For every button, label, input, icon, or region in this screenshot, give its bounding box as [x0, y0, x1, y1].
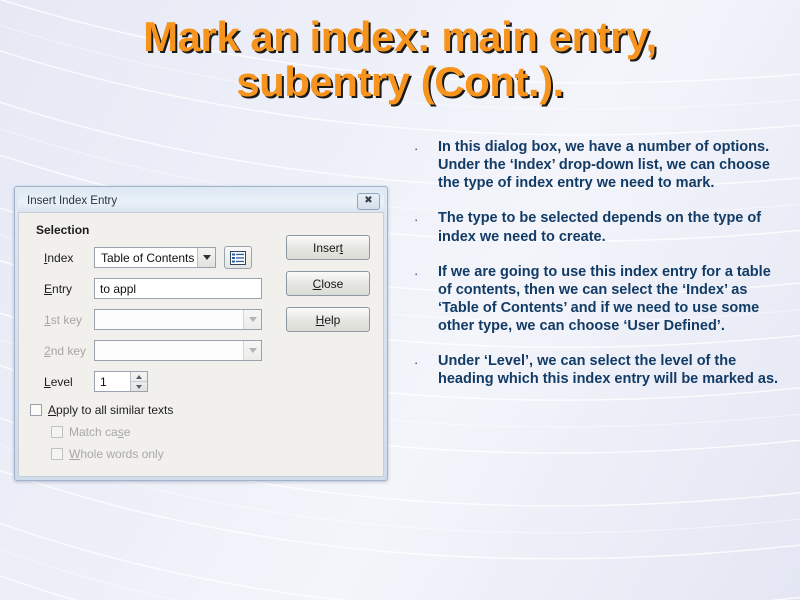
- checkbox-icon[interactable]: [51, 425, 63, 438]
- label-entry-rest: ntry: [52, 281, 73, 296]
- bullet-dot-icon: ·: [414, 355, 419, 371]
- close-button-mnemonic: C: [312, 276, 322, 291]
- dialog-body: Selection Index Table of Contents Entry …: [18, 212, 384, 477]
- label-second-key-rest: nd key: [50, 343, 87, 358]
- help-button-mnemonic: H: [315, 312, 325, 327]
- index-list-icon: [230, 250, 246, 265]
- bullet-dot-icon: ·: [414, 265, 419, 281]
- level-stepper[interactable]: 1: [94, 371, 148, 392]
- slide-canvas: Mark an index: main entry, subentry (Con…: [0, 0, 800, 600]
- label-second-key-mnemonic: 2: [44, 343, 51, 358]
- label-level: Level: [30, 375, 94, 389]
- help-button-post: elp: [324, 312, 341, 327]
- label-second-key: 2nd key: [30, 344, 94, 358]
- bullet-list: · In this dialog box, we have a number o…: [408, 138, 788, 405]
- field-row-index: Index Table of Contents: [30, 245, 280, 270]
- checkbox-whole-words-only[interactable]: Whole words only: [30, 444, 280, 463]
- checkbox-label-match-case: Match case: [69, 425, 130, 439]
- bullet-dot-icon: ·: [414, 141, 419, 156]
- checkbox-label-apply-to-all: Apply to all similar texts: [48, 403, 173, 417]
- checkbox-match-case-post: e: [123, 424, 131, 439]
- label-level-mnemonic: L: [44, 374, 51, 389]
- list-item-text: In this dialog box, we have a number of …: [438, 139, 770, 192]
- chevron-down-icon[interactable]: [243, 341, 261, 360]
- entry-input[interactable]: to appl: [94, 278, 262, 299]
- level-stepper-buttons: [130, 372, 147, 391]
- checkbox-icon[interactable]: [51, 447, 63, 460]
- dialog-title: Insert Index Entry: [27, 195, 118, 207]
- insert-button-pre: Inser: [312, 240, 340, 255]
- dialog-action-buttons: Inser t Close Help: [286, 235, 370, 343]
- insert-button[interactable]: Inser t: [286, 235, 370, 260]
- page-title-line-1: Mark an index: main entry,: [143, 13, 657, 60]
- list-item: · Under ‘Level’, we can select the level…: [408, 352, 788, 388]
- list-item: · If we are going to use this index entr…: [408, 263, 788, 336]
- list-item: · In this dialog box, we have a number o…: [408, 138, 788, 192]
- field-row-level: Level 1: [30, 369, 280, 394]
- checkbox-apply-to-all-similar-texts[interactable]: Apply to all similar texts: [30, 400, 280, 419]
- close-button[interactable]: Close: [286, 271, 370, 296]
- label-first-key-rest: st key: [50, 312, 83, 327]
- checkbox-match-case-pre: Match ca: [69, 424, 118, 439]
- label-entry-mnemonic: E: [44, 281, 53, 296]
- field-row-second-key: 2nd key: [30, 338, 280, 363]
- checkbox-label-whole-words: Whole words only: [69, 447, 164, 461]
- insert-index-entry-dialog: Insert Index Entry ✖ Selection Index Tab…: [14, 186, 388, 481]
- checkbox-apply-rest: pply to all similar texts: [56, 402, 174, 417]
- label-first-key-mnemonic: 1: [44, 312, 51, 327]
- chevron-down-icon[interactable]: [197, 248, 215, 267]
- page-title: Mark an index: main entry, subentry (Con…: [40, 14, 760, 105]
- checkbox-whole-words-mnemonic: W: [69, 446, 81, 461]
- level-value: 1: [100, 374, 107, 389]
- index-type-value: Table of Contents: [101, 250, 195, 265]
- label-index: Index: [30, 251, 94, 265]
- help-button[interactable]: Help: [286, 307, 370, 332]
- label-entry: Entry: [30, 282, 94, 296]
- checkbox-icon[interactable]: [30, 403, 42, 416]
- page-title-line-2: subentry (Cont.).: [236, 58, 564, 106]
- stepper-down-icon[interactable]: [131, 382, 147, 391]
- list-item: · The type to be selected depends on the…: [408, 209, 788, 245]
- checkbox-whole-words-rest: hole words only: [80, 446, 164, 461]
- field-row-first-key: 1st key: [30, 307, 280, 332]
- label-first-key: 1st key: [30, 313, 94, 327]
- insert-button-mnemonic: t: [339, 240, 344, 255]
- list-item-text: The type to be selected depends on the t…: [438, 210, 762, 245]
- label-level-rest: evel: [50, 374, 73, 389]
- index-list-icon-button[interactable]: [224, 246, 252, 269]
- index-type-dropdown[interactable]: Table of Contents: [94, 247, 216, 268]
- checkbox-match-case[interactable]: Match case: [30, 422, 280, 441]
- list-item-text: If we are going to use this index entry …: [438, 263, 771, 334]
- stepper-up-icon[interactable]: [131, 372, 147, 382]
- field-row-entry: Entry to appl: [30, 276, 280, 301]
- dialog-form: Index Table of Contents Entry to appl 1s…: [30, 245, 280, 463]
- chevron-down-icon[interactable]: [243, 310, 261, 329]
- close-icon[interactable]: ✖: [357, 192, 380, 210]
- second-key-dropdown[interactable]: [94, 340, 262, 361]
- label-index-rest: ndex: [47, 250, 74, 265]
- first-key-dropdown[interactable]: [94, 309, 262, 330]
- checkbox-apply-mnemonic: A: [48, 402, 57, 417]
- dialog-titlebar: Insert Index Entry ✖: [18, 190, 384, 212]
- close-button-post: lose: [321, 276, 344, 291]
- bullet-dot-icon: ·: [414, 212, 419, 228]
- list-item-text: Under ‘Level’, we can select the level o…: [438, 353, 779, 388]
